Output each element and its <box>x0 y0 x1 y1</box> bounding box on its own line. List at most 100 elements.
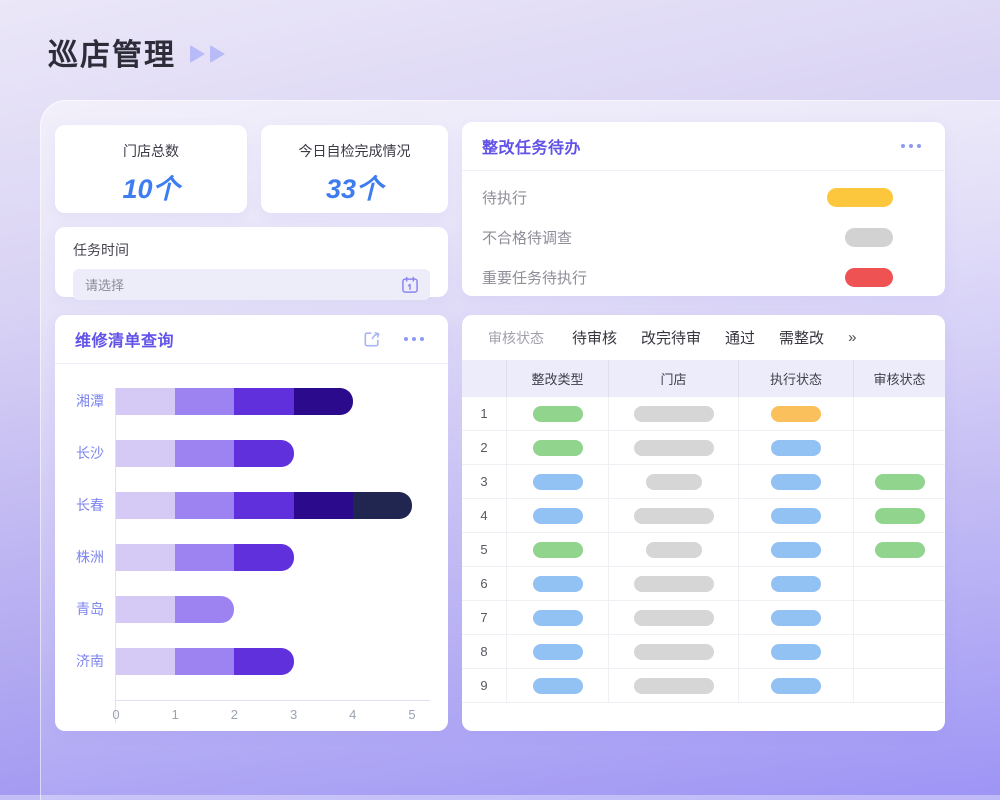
rectify-todo-card: 整改任务待办 待执行不合格待调查重要任务待执行 <box>462 122 945 296</box>
task-time-date-input[interactable]: 请选择 <box>73 269 430 300</box>
status-pill <box>771 678 821 694</box>
table-row[interactable]: 1 <box>462 397 945 431</box>
more-menu-icon[interactable] <box>897 140 925 152</box>
table-row[interactable]: 8 <box>462 635 945 669</box>
chart-category-label: 株洲 <box>65 544 115 571</box>
chart-bar <box>116 544 430 571</box>
chart-bar <box>116 440 430 467</box>
status-pill <box>875 542 925 558</box>
page-header: 巡店管理 <box>48 30 225 74</box>
export-icon[interactable] <box>362 329 382 349</box>
todo-item-label: 待执行 <box>482 187 827 208</box>
x-tick-label: 0 <box>112 707 119 722</box>
review-tab-4[interactable]: 需整改 <box>779 327 824 348</box>
bar-segment <box>116 596 175 623</box>
x-tick-label: 2 <box>231 707 238 722</box>
bar-segment <box>234 544 293 571</box>
bar-segment <box>175 648 234 675</box>
table-row[interactable]: 5 <box>462 533 945 567</box>
todo-status-pill <box>845 268 893 287</box>
x-tick-label: 3 <box>290 707 297 722</box>
chart-plot-area: 012345 <box>115 388 430 723</box>
bar-segment <box>234 648 293 675</box>
status-pill <box>771 542 821 558</box>
status-pill <box>533 406 583 422</box>
task-time-card: 任务时间 请选择 <box>55 227 448 297</box>
bar-segment <box>116 492 175 519</box>
review-table: 整改类型门店执行状态审核状态 1 2 3 4 5 6 7 8 9 <box>462 360 945 703</box>
row-number: 2 <box>480 440 487 455</box>
table-row[interactable]: 9 <box>462 669 945 703</box>
status-pill <box>533 542 583 558</box>
table-row[interactable]: 6 <box>462 567 945 601</box>
calendar-icon[interactable] <box>400 275 420 295</box>
status-pill <box>533 576 583 592</box>
stat-value: 33个 <box>326 167 383 206</box>
chart-category-label: 青岛 <box>65 596 115 623</box>
fast-forward-icon <box>190 45 225 63</box>
chart-bar <box>116 648 430 675</box>
table-row[interactable]: 3 <box>462 465 945 499</box>
bar-segment <box>116 440 175 467</box>
table-header-cell: 整改类型 <box>507 360 609 397</box>
todo-item[interactable]: 不合格待调查 <box>462 217 945 257</box>
more-menu-icon[interactable] <box>400 333 428 345</box>
review-table-card: 审核状态 待审核 改完待审 通过 需整改 » 整改类型门店执行状态审核状态 1 2 3 4 5… <box>462 315 945 731</box>
review-tab-3[interactable]: 通过 <box>725 327 755 348</box>
todo-item[interactable]: 待执行 <box>462 177 945 217</box>
status-pill <box>634 508 714 524</box>
review-tab-1[interactable]: 待审核 <box>572 327 617 348</box>
status-pill <box>634 610 714 626</box>
status-pill <box>771 644 821 660</box>
bar-segment <box>294 388 353 415</box>
row-number: 7 <box>480 610 487 625</box>
tabs-more-chevron[interactable]: » <box>848 329 856 346</box>
chart-category-label: 湘潭 <box>65 388 115 415</box>
status-pill <box>533 678 583 694</box>
repair-bar-chart: 湘潭长沙长春株洲青岛济南 012345 <box>55 364 448 723</box>
bar-segment <box>116 388 175 415</box>
row-number: 5 <box>480 542 487 557</box>
todo-status-pill <box>827 188 893 207</box>
status-pill <box>533 474 583 490</box>
chart-bar <box>116 492 430 519</box>
bar-segment <box>175 388 234 415</box>
bar-segment <box>294 492 353 519</box>
rectify-todo-title: 整改任务待办 <box>482 134 897 158</box>
table-row[interactable]: 2 <box>462 431 945 465</box>
status-pill <box>533 644 583 660</box>
row-number: 6 <box>480 576 487 591</box>
todo-item[interactable]: 重要任务待执行 <box>462 257 945 297</box>
status-pill <box>771 440 821 456</box>
stat-card-self-check: 今日自检完成情况 33个 <box>261 125 448 213</box>
table-row[interactable]: 4 <box>462 499 945 533</box>
stat-label: 门店总数 <box>123 141 179 161</box>
status-pill <box>771 508 821 524</box>
bar-segment <box>234 388 293 415</box>
bar-segment <box>175 596 234 623</box>
review-tab-2[interactable]: 改完待审 <box>641 327 701 348</box>
table-row[interactable]: 7 <box>462 601 945 635</box>
todo-list: 待执行不合格待调查重要任务待执行 <box>462 171 945 303</box>
x-tick-label: 4 <box>349 707 356 722</box>
chart-category-label: 长春 <box>65 492 115 519</box>
main-panel: 门店总数 10个 今日自检完成情况 33个 任务时间 请选择 整改任务待办 待执… <box>40 100 1000 800</box>
table-body: 1 2 3 4 5 6 7 8 9 <box>462 397 945 703</box>
row-number: 9 <box>480 678 487 693</box>
status-pill <box>634 644 714 660</box>
status-pill <box>634 440 714 456</box>
status-pill <box>875 474 925 490</box>
bar-segment <box>175 544 234 571</box>
row-number: 1 <box>480 406 487 421</box>
x-tick-label: 1 <box>172 707 179 722</box>
status-pill <box>771 610 821 626</box>
row-number: 4 <box>480 508 487 523</box>
table-header-cell: 审核状态 <box>854 360 945 397</box>
repair-list-title: 维修清单查询 <box>75 327 362 351</box>
chart-category-label: 济南 <box>65 648 115 675</box>
table-header-row: 整改类型门店执行状态审核状态 <box>462 360 945 397</box>
status-pill <box>634 576 714 592</box>
chart-bar <box>116 388 430 415</box>
todo-item-label: 重要任务待执行 <box>482 267 845 288</box>
status-pill <box>771 576 821 592</box>
